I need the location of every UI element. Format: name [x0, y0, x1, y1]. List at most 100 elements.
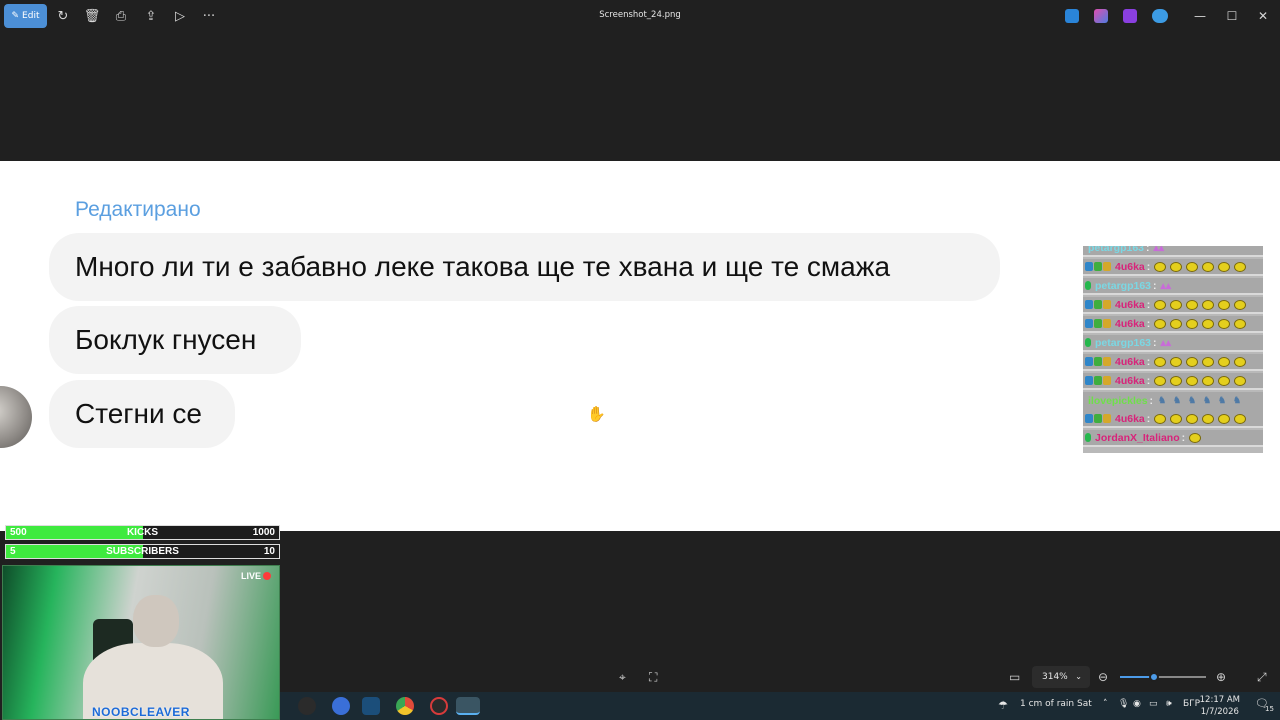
chat-message-row: petargp163: ▴▴: [1083, 278, 1263, 295]
chat-emote-icon: [1154, 356, 1167, 367]
zoom-slider[interactable]: [1120, 672, 1206, 682]
edit-label: Edit: [22, 11, 40, 21]
language-indicator[interactable]: БГР: [1183, 699, 1200, 709]
zoom-in-icon[interactable]: ⊕: [1216, 670, 1226, 684]
chat-emote-icon: [1170, 375, 1183, 386]
zoom-level-dropdown[interactable]: 314% ⌄: [1032, 666, 1090, 688]
chat-emote-icon: [1186, 375, 1199, 386]
focus-icon[interactable]: ⌖: [619, 670, 626, 685]
weather-text[interactable]: 1 cm of rain Sat: [1020, 699, 1092, 709]
chat-separator: :: [1181, 431, 1186, 444]
zoom-out-icon[interactable]: ⊖: [1098, 670, 1108, 684]
chat-emote-icon: ▴▴: [1153, 246, 1165, 254]
g-app-icon[interactable]: [298, 697, 316, 715]
app-shortcut-icon[interactable]: [1065, 9, 1079, 23]
subs-label: SUBSCRIBERS: [106, 546, 179, 557]
onedrive-icon[interactable]: [1152, 9, 1168, 23]
printer-icon: ⎙: [115, 8, 127, 24]
maximize-button[interactable]: ☐: [1219, 6, 1245, 26]
copilot-icon[interactable]: [1094, 9, 1108, 23]
chat-badge-icon: [1085, 414, 1093, 423]
chat-emote-icon: [1202, 261, 1215, 272]
rotate-button[interactable]: ↻: [50, 4, 76, 28]
messenger-icon[interactable]: [332, 697, 350, 715]
chat-username: 4u6ka: [1115, 317, 1145, 330]
chat-separator: :: [1146, 260, 1151, 273]
chat-badge-icon: [1085, 300, 1093, 309]
crop-select-icon[interactable]: ⛶: [649, 670, 657, 685]
chat-username: 4u6ka: [1115, 374, 1145, 387]
hand-cursor-icon: ✋: [587, 405, 606, 423]
chat-message-row: 4u6ka:: [1083, 297, 1263, 314]
streamer-head: [133, 595, 179, 647]
chat-message-row: JordanX_Italiano:: [1083, 430, 1263, 447]
print-button[interactable]: ⎙: [108, 4, 134, 28]
chat-username: ilovepickles: [1088, 395, 1148, 407]
chat-emote-icon: ♞: [1173, 395, 1182, 405]
chat-message-row: 4u6ka:: [1083, 316, 1263, 333]
display-icon[interactable]: ▭: [1149, 699, 1158, 709]
chat-emote-icon: [1218, 413, 1231, 424]
more-options-button[interactable]: ···: [196, 4, 222, 28]
network-icon[interactable]: ◉: [1133, 699, 1141, 709]
clipchamp-icon[interactable]: [1123, 9, 1137, 23]
chat-badge-icon: [1094, 300, 1102, 309]
chat-badge-icon: [1103, 300, 1111, 309]
chat-message-row: 4u6ka:: [1083, 354, 1263, 371]
weather-icon[interactable]: ☂: [998, 699, 1008, 712]
delete-button[interactable]: 🗑: [79, 4, 105, 28]
live-indicator: LIVE: [241, 571, 271, 581]
show-hidden-icons-chevron-icon[interactable]: ˄: [1103, 699, 1108, 709]
share-icon: ⇪: [145, 8, 157, 24]
chat-badge-icon: [1103, 357, 1111, 366]
chat-emote-icon: [1218, 318, 1231, 329]
chat-emote-icon: [1154, 299, 1167, 310]
photos-app-icon[interactable]: [456, 697, 480, 715]
chat-emote-icon: [1234, 299, 1247, 310]
chat-emote-icon: ♞: [1158, 395, 1167, 405]
chat-emote-icon: ♞: [1218, 395, 1227, 405]
streamer-name: NOOBCLEAVER: [92, 705, 190, 719]
chat-badge-icon: [1094, 357, 1102, 366]
webcam-feed: LIVE NOOBCLEAVER: [2, 565, 280, 720]
fit-to-window-icon[interactable]: ▭: [1009, 670, 1020, 684]
edit-button[interactable]: ✎ Edit: [4, 4, 47, 28]
close-button[interactable]: ✕: [1250, 6, 1276, 26]
chrome-icon[interactable]: [396, 697, 414, 715]
chat-badge-icon: [1085, 433, 1091, 442]
obs-icon[interactable]: [430, 697, 448, 715]
slideshow-button[interactable]: ▷: [167, 4, 193, 28]
chat-emote-icon: [1234, 356, 1247, 367]
chat-message-row: petargp163: ▴▴: [1083, 246, 1263, 257]
chat-username: 4u6ka: [1115, 355, 1145, 368]
chat-separator: :: [1153, 279, 1157, 292]
viewer-bottom-bar: ⌖ ⛶ ▭ 314% ⌄ ⊖ ⊕ ⤢: [280, 662, 1280, 692]
chat-emote-icon: [1186, 318, 1199, 329]
chat-emote-icon: ▴▴: [1160, 336, 1172, 349]
chat-emote-icon: [1186, 261, 1199, 272]
live-dot-icon: [263, 572, 271, 580]
chat-badge-icon: [1094, 414, 1102, 423]
rotate-icon: ↻: [57, 8, 69, 24]
chat-emote-icon: [1202, 356, 1215, 367]
clock-date: 1/7/2026: [1200, 707, 1239, 717]
photo-viewer-toolbar: ✎ Edit ↻ 🗑 ⎙ ⇪ ▷ ··· Screenshot_24.png —…: [0, 0, 1280, 32]
chat-emote-icon: [1170, 356, 1183, 367]
share-button[interactable]: ⇪: [138, 4, 164, 28]
message-bubble: Боклук гнусен: [49, 306, 301, 374]
fullscreen-icon[interactable]: ⤢: [1257, 670, 1267, 685]
volume-icon[interactable]: 🕪: [1166, 699, 1172, 709]
chat-badge-icon: [1085, 262, 1093, 271]
chat-emote-icon: [1234, 413, 1247, 424]
microphone-icon[interactable]: 🎙: [1118, 699, 1129, 709]
chat-emote-icon: ▴▴: [1160, 279, 1172, 292]
chat-emote-icon: [1154, 261, 1167, 272]
chat-emote-icon: [1170, 261, 1183, 272]
minimize-button[interactable]: —: [1187, 6, 1213, 26]
clock[interactable]: 12:17 AM 1/7/2026: [1200, 694, 1240, 718]
chat-badge-icon: [1103, 262, 1111, 271]
chat-badge-icon: [1094, 376, 1102, 385]
zoom-slider-thumb[interactable]: [1149, 672, 1160, 682]
chat-separator: :: [1146, 298, 1151, 311]
steam-icon[interactable]: [362, 697, 380, 715]
